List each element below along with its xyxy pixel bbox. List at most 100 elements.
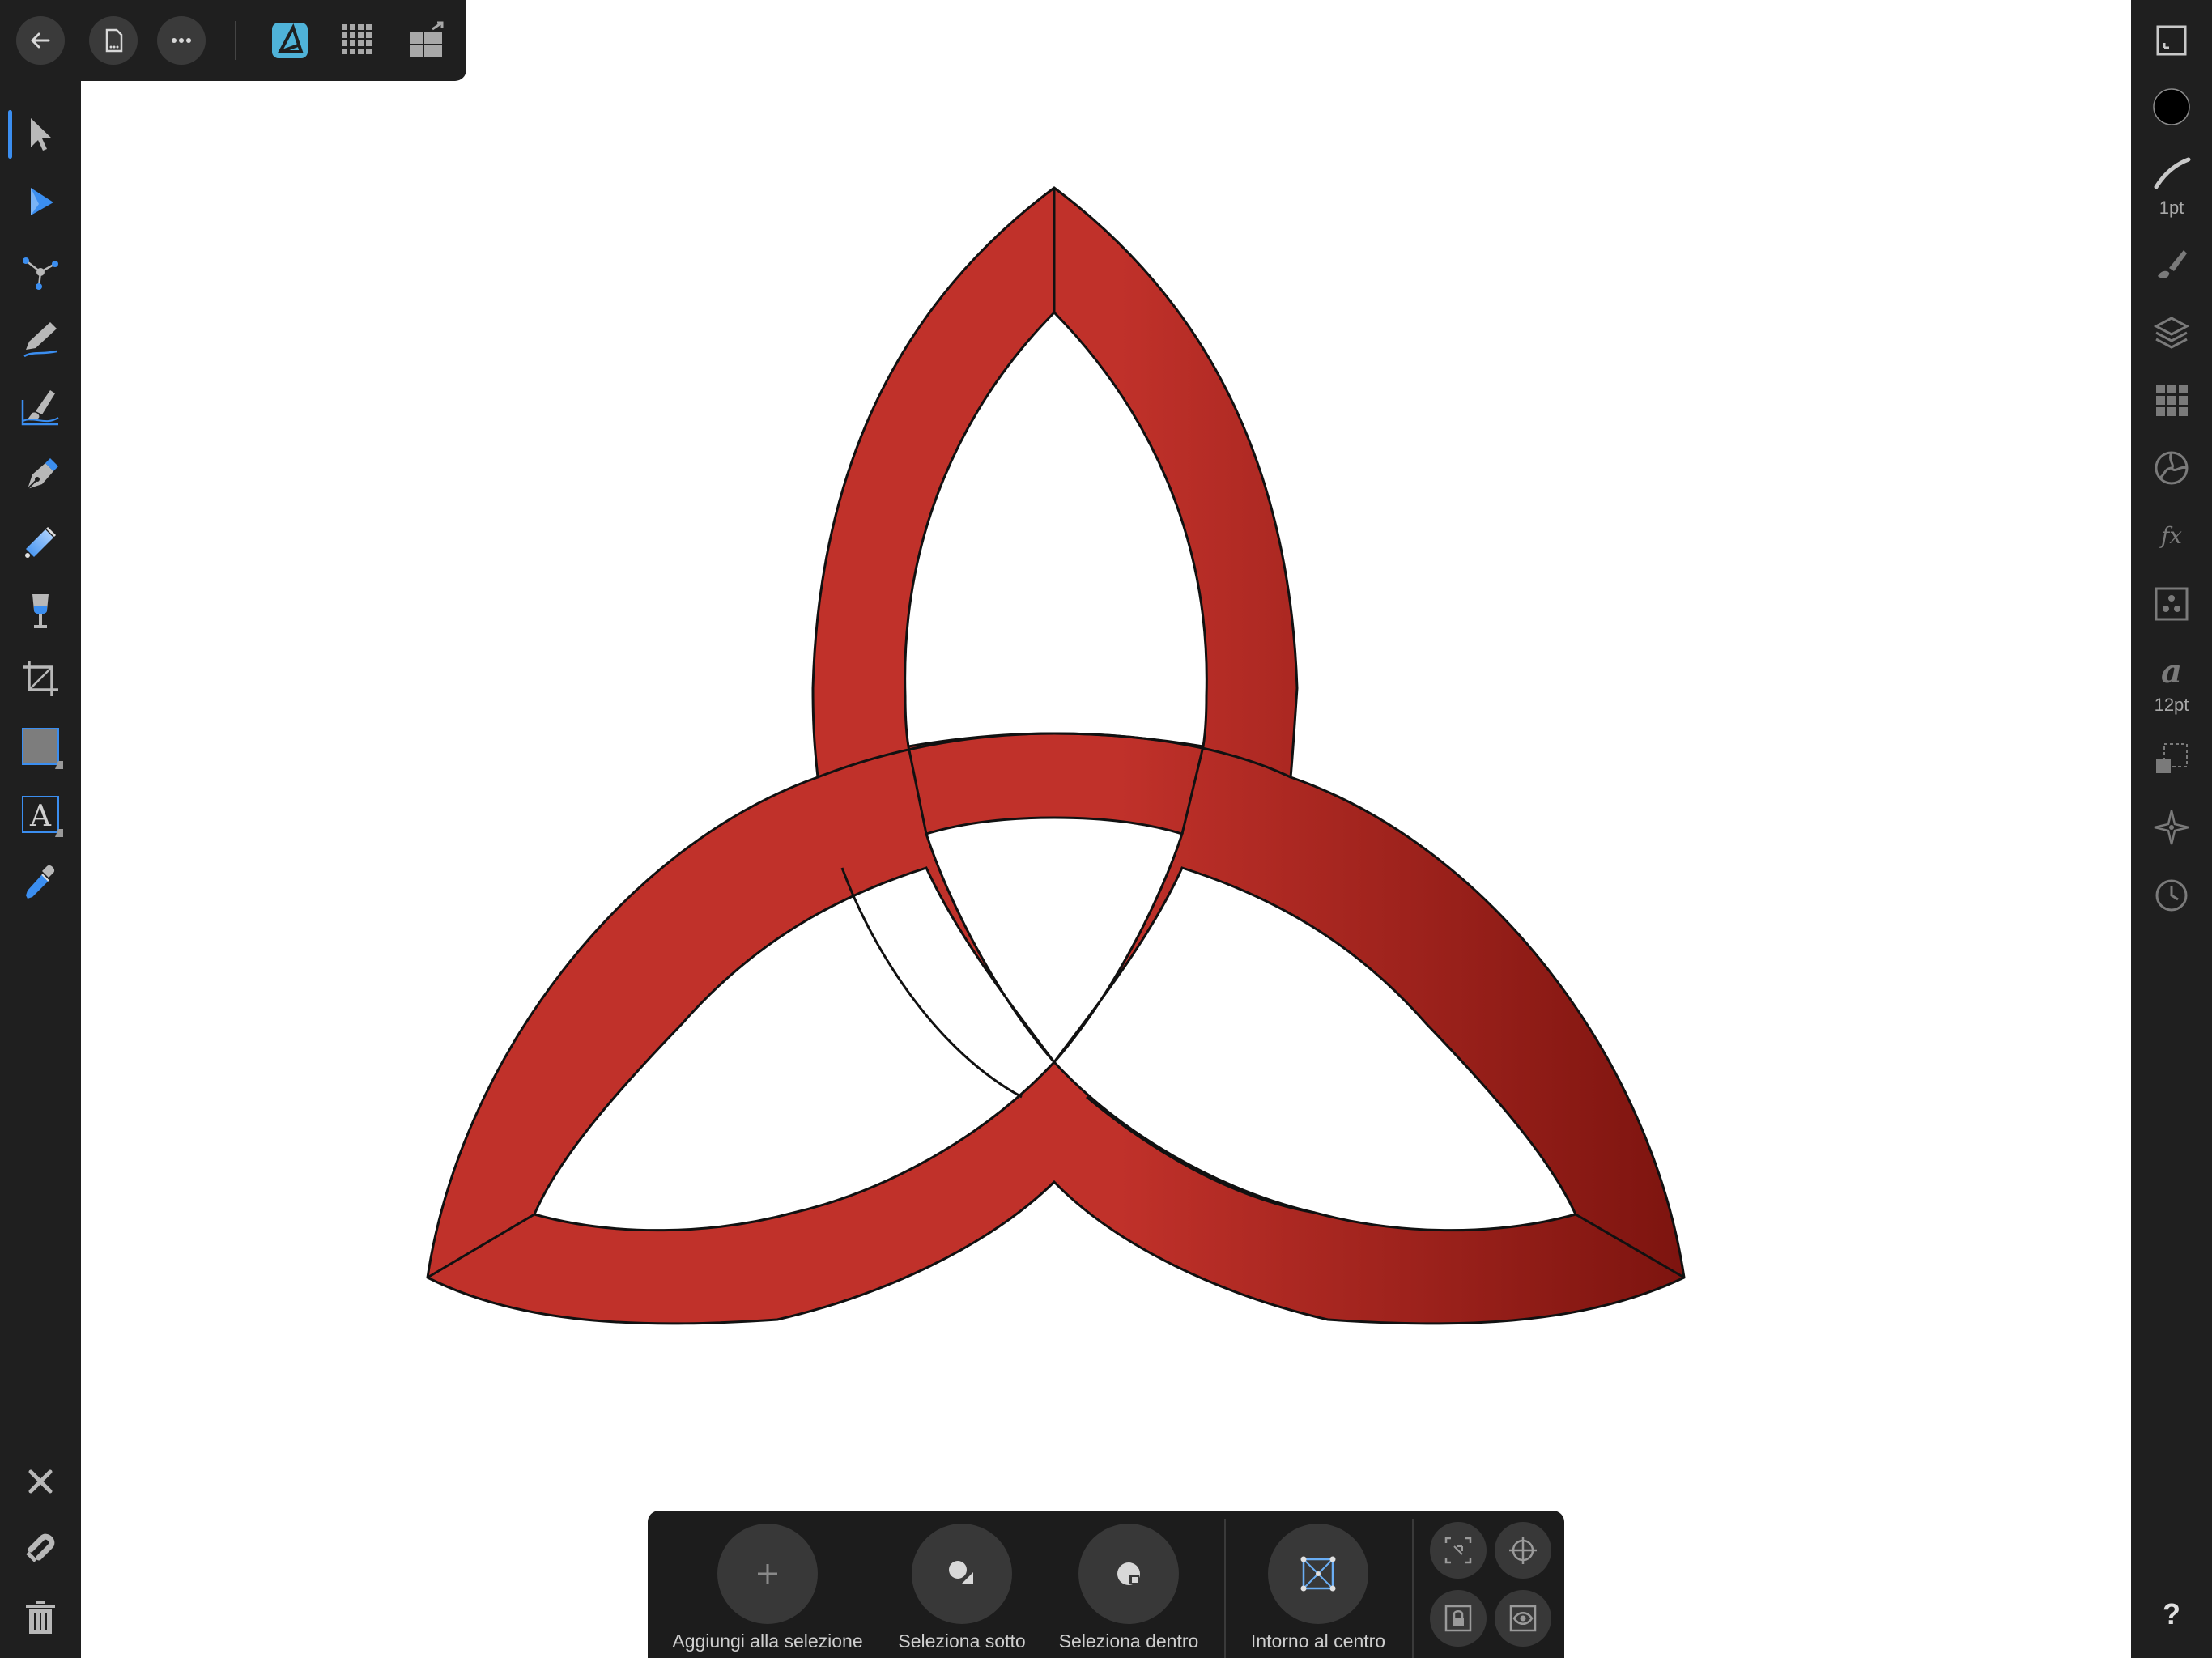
crosshair-icon	[1509, 1537, 1537, 1564]
help-button[interactable]: ?	[2144, 1587, 2199, 1642]
pixel-persona-icon	[342, 24, 372, 54]
styles-panel-button[interactable]	[2144, 576, 2199, 631]
document-canvas[interactable]	[81, 81, 2131, 1658]
transform-icon	[2156, 743, 2188, 773]
lock-aspect-button[interactable]	[1430, 1522, 1487, 1579]
node-tool[interactable]	[11, 173, 70, 232]
select-inside-button[interactable]	[1078, 1524, 1179, 1624]
eye-icon	[1509, 1605, 1537, 1632]
color-swatch-icon	[2153, 88, 2190, 125]
stroke-style-button[interactable]	[2144, 146, 2199, 201]
artistic-text-tool[interactable]: A	[11, 785, 70, 844]
lock-icon	[1444, 1605, 1472, 1632]
stroke-width-label: 1pt	[2159, 198, 2184, 218]
brushes-panel-button[interactable]	[2144, 236, 2199, 291]
select-under-label: Seleziona sotto	[898, 1630, 1026, 1652]
layers-panel-button[interactable]	[2144, 304, 2199, 359]
ellipsis-icon	[172, 38, 191, 43]
snapping-button[interactable]	[11, 1520, 70, 1579]
layers-icon	[2153, 317, 2190, 349]
svg-text:fx: fx	[2159, 522, 2182, 549]
trash-icon	[26, 1601, 55, 1634]
select-inside-label: Seleziona dentro	[1058, 1630, 1199, 1652]
rectangle-tool[interactable]	[11, 717, 70, 776]
text-icon: A	[22, 796, 63, 837]
pencil-icon	[23, 322, 57, 358]
corner-tool[interactable]	[11, 241, 70, 300]
vector-brush-icon	[21, 390, 59, 426]
eyedropper-icon	[26, 865, 55, 899]
fx-icon: fx	[2159, 522, 2182, 549]
select-inside-icon	[1117, 1562, 1140, 1585]
swatches-panel-button[interactable]	[2144, 372, 2199, 427]
cancel-button[interactable]	[11, 1452, 70, 1511]
pixel-persona-button[interactable]	[335, 18, 381, 63]
add-to-selection-button[interactable]	[717, 1524, 818, 1624]
triquetra-artwork[interactable]	[81, 81, 2131, 1658]
triquetra-outer-shape[interactable]	[426, 186, 1686, 1325]
toolbar-divider	[235, 21, 236, 60]
styles-icon	[2155, 587, 2189, 621]
select-under-button[interactable]	[912, 1524, 1012, 1624]
compass-icon	[2154, 810, 2189, 845]
pen-tool[interactable]	[11, 445, 70, 504]
document-button[interactable]	[89, 16, 138, 65]
text-styles-button[interactable]: a	[2144, 644, 2199, 699]
svg-text:a: a	[2161, 653, 2182, 691]
export-persona-icon	[410, 21, 444, 57]
history-panel-button[interactable]	[2144, 868, 2199, 923]
scale-icon	[1444, 1537, 1472, 1564]
font-size-label: 12pt	[2154, 695, 2189, 715]
pencil-tool[interactable]	[11, 309, 70, 368]
document-toolbar	[0, 0, 466, 81]
node-cursor-icon	[31, 188, 53, 215]
close-icon	[28, 1469, 53, 1494]
around-center-label: Intorno al centro	[1250, 1630, 1386, 1652]
color-panel-button[interactable]	[2144, 440, 2199, 495]
designer-persona-button[interactable]	[267, 18, 313, 63]
crop-tool[interactable]	[11, 649, 70, 708]
more-button[interactable]	[157, 16, 206, 65]
color-picker-tool[interactable]	[11, 853, 70, 912]
font-icon: a	[2161, 653, 2182, 691]
export-persona-button[interactable]	[403, 18, 449, 63]
snap-center-button[interactable]	[1495, 1522, 1551, 1579]
arrow-cursor-icon	[31, 118, 52, 151]
preview-button[interactable]	[1495, 1590, 1551, 1647]
effects-panel-button[interactable]: fx	[2144, 508, 2199, 563]
help-label: ?	[2163, 1597, 2180, 1630]
grid-icon	[2156, 385, 2188, 416]
fill-tool[interactable]	[11, 513, 70, 572]
lock-children-button[interactable]	[1430, 1590, 1487, 1647]
move-tool[interactable]	[11, 105, 70, 164]
fill-color-swatch[interactable]	[2144, 79, 2199, 134]
corner-icon	[23, 257, 58, 290]
clock-icon	[2155, 879, 2188, 912]
add-to-selection-label: Aggiungi alla selezione	[672, 1630, 863, 1652]
magnet-icon	[26, 1533, 55, 1562]
affinity-designer-app: A 1pt fx a 12pt ? Aggiungi alla selezion…	[0, 0, 2212, 1658]
fullscreen-icon	[2156, 25, 2187, 56]
transparency-icon	[32, 594, 49, 628]
stroke-icon	[2154, 157, 2191, 189]
vector-brush-tool[interactable]	[11, 377, 70, 436]
navigator-panel-button[interactable]	[2144, 800, 2199, 855]
plus-icon	[758, 1564, 777, 1584]
delete-button[interactable]	[11, 1588, 70, 1647]
studio-panel: 1pt fx a 12pt ?	[2131, 0, 2212, 1658]
arrow-left-icon	[31, 32, 50, 49]
rectangle-icon	[22, 728, 63, 769]
svg-text:A: A	[29, 800, 52, 833]
transform-panel-button[interactable]	[2144, 732, 2199, 787]
color-wheel-icon	[2155, 451, 2189, 485]
fullscreen-button[interactable]	[2144, 13, 2199, 68]
tools-panel: A	[0, 81, 81, 1658]
transparency-tool[interactable]	[11, 581, 70, 640]
context-toolbar: Aggiungi alla selezione Seleziona sotto …	[648, 1511, 1564, 1658]
designer-persona-icon	[272, 23, 308, 58]
around-center-button[interactable]	[1268, 1524, 1368, 1624]
crop-icon	[23, 661, 58, 696]
document-icon	[105, 28, 123, 53]
around-center-icon	[1300, 1556, 1336, 1592]
back-button[interactable]	[16, 16, 65, 65]
